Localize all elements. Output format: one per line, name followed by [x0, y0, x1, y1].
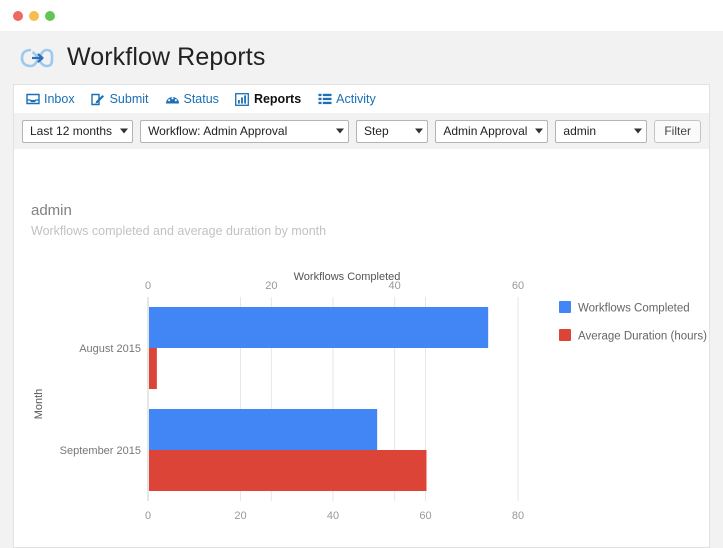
- chevron-down-icon: [336, 129, 344, 134]
- minimize-window-button[interactable]: [29, 11, 39, 21]
- nav-item-activity[interactable]: Activity: [317, 92, 376, 106]
- nav-item-label: Status: [184, 92, 219, 106]
- filter-toolbar: Last 12 months Workflow: Admin Approval …: [13, 113, 710, 149]
- bar-series: [148, 297, 488, 501]
- workflow-select[interactable]: Workflow: Admin Approval: [140, 120, 349, 143]
- nav-item-label: Submit: [110, 92, 149, 106]
- close-window-button[interactable]: [13, 11, 23, 21]
- chart-legend: Workflows Completed Average Duration (hou…: [559, 301, 707, 343]
- axis-tick-label: 60: [419, 510, 431, 522]
- axis-tick-label: 20: [265, 280, 277, 292]
- chevron-down-icon: [634, 129, 642, 134]
- chevron-down-icon: [415, 129, 423, 134]
- legend-swatch: [559, 301, 571, 313]
- step-type-select[interactable]: Step: [356, 120, 428, 143]
- period-select-value: Last 12 months: [30, 124, 112, 138]
- infinity-loop-logo-icon: [19, 43, 55, 73]
- app-body: Workflow Reports Inbox: [0, 31, 723, 548]
- axis-tick-label: 0: [145, 280, 151, 292]
- legend-label[interactable]: Workflows Completed: [578, 303, 690, 315]
- nav-item-label: Activity: [336, 92, 376, 106]
- legend-swatch: [559, 329, 571, 341]
- user-select[interactable]: admin: [555, 120, 647, 143]
- workflow-select-value: Workflow: Admin Approval: [148, 124, 287, 138]
- nav-item-status[interactable]: Status: [165, 92, 219, 106]
- main-navigation: Inbox Submit: [13, 84, 710, 113]
- category-labels: August 2015 September 2015: [60, 343, 141, 457]
- legend-label[interactable]: Average Duration (hours): [578, 331, 707, 343]
- category-label: September 2015: [60, 445, 141, 457]
- traffic-lights: [13, 11, 55, 21]
- user-select-value: admin: [563, 124, 596, 138]
- maximize-window-button[interactable]: [45, 11, 55, 21]
- bar-chart-icon: [235, 93, 250, 106]
- bar[interactable]: [149, 450, 427, 491]
- nav-item-label: Inbox: [44, 92, 75, 106]
- app-header: Workflow Reports: [0, 31, 723, 84]
- category-label: August 2015: [79, 343, 141, 355]
- step-type-select-value: Step: [364, 124, 389, 138]
- axis-tick-label: 20: [234, 510, 246, 522]
- window-title-bar: [0, 0, 723, 31]
- nav-item-submit[interactable]: Submit: [91, 92, 149, 106]
- nav-item-label: Reports: [254, 92, 301, 106]
- nav-item-inbox[interactable]: Inbox: [25, 92, 75, 106]
- step-select-value: Admin Approval: [443, 124, 527, 138]
- period-select[interactable]: Last 12 months: [22, 120, 133, 143]
- chevron-down-icon: [535, 129, 543, 134]
- axis-tick-label: 0: [145, 510, 151, 522]
- chevron-down-icon: [120, 129, 128, 134]
- axis-tick-label: 40: [389, 280, 401, 292]
- nav-item-reports[interactable]: Reports: [235, 92, 301, 106]
- y-axis-title: Month: [33, 389, 45, 420]
- bar[interactable]: [149, 409, 377, 450]
- bar[interactable]: [149, 348, 157, 389]
- bar-chart: Workflows Completed Average Duration (ho…: [14, 149, 711, 548]
- inbox-icon: [25, 93, 40, 106]
- filter-button[interactable]: Filter: [654, 120, 701, 143]
- list-icon: [317, 93, 332, 106]
- axis-tick-label: 80: [512, 510, 524, 522]
- report-panel: admin Workflows completed and average du…: [13, 149, 710, 548]
- page-title: Workflow Reports: [67, 43, 265, 72]
- bottom-axis-ticks: 0 20 40 60 80: [145, 510, 524, 522]
- top-axis-title: Workflows Completed: [294, 271, 401, 283]
- bar[interactable]: [149, 307, 488, 348]
- axis-tick-label: 40: [327, 510, 339, 522]
- axis-tick-label: 60: [512, 280, 524, 292]
- edit-icon: [91, 93, 106, 106]
- gauge-icon: [165, 93, 180, 106]
- step-select[interactable]: Admin Approval: [435, 120, 548, 143]
- app-window: Workflow Reports Inbox: [0, 0, 723, 548]
